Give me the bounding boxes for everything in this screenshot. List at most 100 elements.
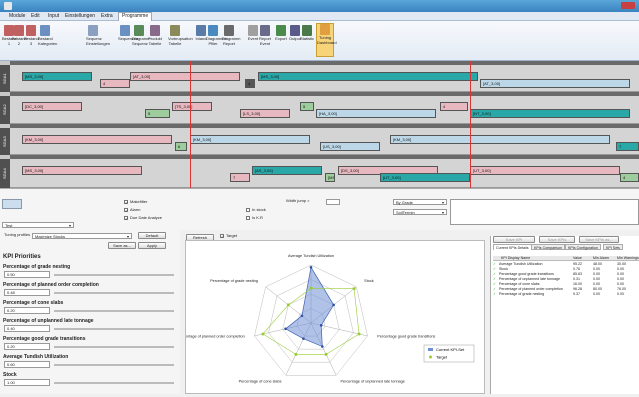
menu-edit[interactable]: Edit bbox=[28, 13, 43, 20]
save-kpis-as-button[interactable]: Save KPIs as... bbox=[579, 236, 619, 243]
kpi-priority-value[interactable]: 1.00 bbox=[4, 379, 50, 386]
menu-bar: Module Edit Input Einstellungen Extra Pr… bbox=[0, 12, 639, 21]
tab-kpi-sets[interactable]: KPI Sets bbox=[603, 244, 623, 250]
alarm-checkbox[interactable]: Alarm bbox=[124, 207, 140, 213]
gantt-bar[interactable]: 4 bbox=[620, 173, 639, 182]
width-jump-input[interactable] bbox=[326, 199, 340, 205]
kpi-priority-slider[interactable] bbox=[54, 328, 174, 330]
ribbon-button-14[interactable]: Export bbox=[274, 25, 288, 42]
apply-button[interactable]: Apply bbox=[138, 242, 166, 249]
gantt-bar[interactable]: 7 bbox=[616, 142, 639, 151]
gantt-bar[interactable]: 5 bbox=[300, 102, 314, 111]
makefilter-checkbox[interactable]: Makefilter bbox=[124, 199, 147, 205]
zoom-icon[interactable] bbox=[2, 199, 22, 209]
ribbon-button-11[interactable]: Diagramm Report bbox=[222, 25, 240, 46]
ribbon-button-8[interactable]: Vorbrupsation Tabelle bbox=[168, 25, 193, 46]
tab-current-kpis[interactable]: Current KPIs Details bbox=[493, 244, 532, 250]
ribbon-icon bbox=[14, 25, 24, 36]
menu-input[interactable]: Input bbox=[45, 13, 62, 20]
kpi-priorities-title: KPI Priorities bbox=[3, 254, 41, 260]
gantt-bar[interactable]: [NT_3,00] bbox=[470, 109, 630, 118]
tuning-profile-select[interactable]: Maximize Stocks ▾ bbox=[32, 233, 132, 239]
gantt-bar[interactable]: [AT_3,00] bbox=[130, 72, 240, 81]
kpi-priority-slider[interactable] bbox=[54, 292, 174, 294]
gantt-bar[interactable]: [UT_3,00] bbox=[380, 173, 470, 182]
default-button[interactable]: Default bbox=[138, 232, 166, 239]
grade-select[interactable]: By Grade ▾ bbox=[393, 199, 447, 205]
radar-point-current bbox=[332, 303, 335, 307]
ribbon-button-16[interactable]: Statistic bbox=[300, 25, 314, 42]
kpi-priority-value[interactable]: 0.60 bbox=[4, 361, 50, 368]
table-row[interactable]: ✓ Percentage of grade nesting 9.37 0.00 0.00 bbox=[493, 292, 639, 297]
ribbon-button-3[interactable]: Bestand Kategorien bbox=[38, 25, 57, 46]
gantt-bar[interactable]: [US_3,00] bbox=[320, 142, 380, 151]
kpi-priority-label: Percentage of unplanned late tonnage bbox=[3, 318, 94, 324]
gantt-bar[interactable]: [HA_3,00] bbox=[316, 109, 436, 118]
save-kpi-config-button[interactable]: Save KPI Configuration bbox=[493, 236, 535, 248]
radar-point-current bbox=[284, 327, 287, 331]
ribbon-button-2[interactable]: Bestand 3 bbox=[24, 25, 39, 46]
kpi-priority-slider[interactable] bbox=[54, 346, 174, 348]
in-stock-checkbox[interactable]: In stock bbox=[246, 207, 266, 213]
gantt-bar[interactable]: 4 bbox=[440, 102, 468, 111]
ribbon-icon bbox=[88, 25, 98, 36]
close-icon[interactable] bbox=[621, 2, 635, 9]
ribbon-icon bbox=[302, 25, 312, 36]
kpi-priority-value[interactable]: 0.40 bbox=[4, 325, 50, 332]
kpi-priority-slider[interactable] bbox=[54, 364, 174, 366]
kpi-priority-value[interactable]: 0.20 bbox=[4, 343, 50, 350]
ribbon-button-10[interactable]: Diagramme Pfiler bbox=[206, 25, 227, 46]
target-checkbox[interactable]: Target bbox=[220, 233, 237, 239]
lane-label-sga3: SGA3 bbox=[0, 128, 10, 155]
gantt-bar[interactable]: [MS_3,00] bbox=[22, 72, 92, 81]
save-as-button[interactable]: Save as... bbox=[108, 242, 136, 249]
gantt-bar[interactable]: 4 bbox=[100, 79, 130, 88]
is-kr-checkbox[interactable]: Is K.R bbox=[246, 215, 263, 221]
menu-programme[interactable]: Programme bbox=[118, 12, 153, 21]
gantt-bar[interactable]: [MS_3,00] bbox=[258, 72, 478, 81]
ribbon-button-6[interactable]: Diagramm Sequenz bbox=[132, 25, 150, 46]
kpi-priority-value[interactable]: 0.50 bbox=[4, 271, 50, 278]
termin-select[interactable]: SollTermin ▾ bbox=[393, 209, 447, 215]
gantt-bar[interactable]: [DC_3,00] bbox=[22, 102, 82, 111]
kpi-priority-slider[interactable] bbox=[54, 310, 174, 312]
kpi-priority-value[interactable]: 0.20 bbox=[4, 307, 50, 314]
ribbon-icon bbox=[150, 25, 160, 36]
gantt-bar[interactable]: [TS_3,00] bbox=[172, 102, 212, 111]
kpi-priority-slider[interactable] bbox=[54, 274, 174, 276]
gantt-bar[interactable]: 6 bbox=[175, 142, 187, 151]
due-date-checkbox[interactable]: Due Date Analyze bbox=[124, 215, 162, 221]
radar-point-target bbox=[261, 332, 265, 336]
gantt-bar[interactable]: [KM_3,00] bbox=[190, 135, 310, 144]
ribbon-button-label: Diagramm Report bbox=[222, 36, 241, 46]
menu-module[interactable]: Module bbox=[6, 13, 28, 20]
ribbon-button-4[interactable]: Sequenz Einstellungen bbox=[86, 25, 110, 46]
gantt-bar[interactable]: [LS_3,00] bbox=[240, 109, 290, 118]
gantt-bar[interactable]: [MS_3,00] bbox=[22, 166, 142, 175]
radar-axis-label: Percentage of planned order completion bbox=[186, 335, 245, 339]
ribbon-button-13[interactable]: Report Event bbox=[258, 25, 272, 46]
kpi-priority-slider[interactable] bbox=[54, 382, 174, 384]
gantt-bar[interactable]: [KM_3,00] bbox=[390, 135, 610, 144]
ribbon-button-5[interactable]: Sequenzen bbox=[118, 25, 138, 42]
gantt-bar[interactable]: [AS_3,00] bbox=[252, 166, 322, 175]
radar-point-target bbox=[294, 352, 298, 356]
gantt-bar[interactable]: [KM_3,00] bbox=[22, 135, 172, 144]
tab-kpis-comparison[interactable]: KPIs Comparison bbox=[531, 244, 565, 250]
gantt-bar[interactable]: [AT_3,00] bbox=[480, 79, 630, 88]
kpi-priority-label: Average Tundish Utilization bbox=[3, 354, 69, 360]
menu-extra[interactable]: Extra bbox=[98, 13, 116, 20]
ribbon-button-7[interactable]: Produkt Tabelle bbox=[148, 25, 162, 46]
gantt-bar[interactable]: 5 bbox=[145, 109, 170, 118]
save-kpis-button[interactable]: Save KPIs bbox=[539, 236, 575, 243]
ribbon-button-17[interactable]: Tuning Dashboard bbox=[316, 23, 337, 57]
gantt-bar[interactable]: [MS_3,00] bbox=[325, 173, 335, 182]
gantt-bar[interactable]: [UT_3,00] bbox=[470, 166, 620, 175]
kpi-priority-value[interactable]: 0.48 bbox=[4, 289, 50, 296]
tab-kpis-configuration[interactable]: KPIs Configuration bbox=[565, 244, 601, 250]
gantt-bar[interactable]: 4 bbox=[245, 79, 255, 88]
selection-combo[interactable]: Test ▾ bbox=[2, 222, 74, 228]
gantt-bar[interactable]: 7 bbox=[230, 173, 250, 182]
menu-einstellungen[interactable]: Einstellungen bbox=[62, 13, 98, 20]
makefilter-label: Makefilter bbox=[130, 199, 148, 204]
